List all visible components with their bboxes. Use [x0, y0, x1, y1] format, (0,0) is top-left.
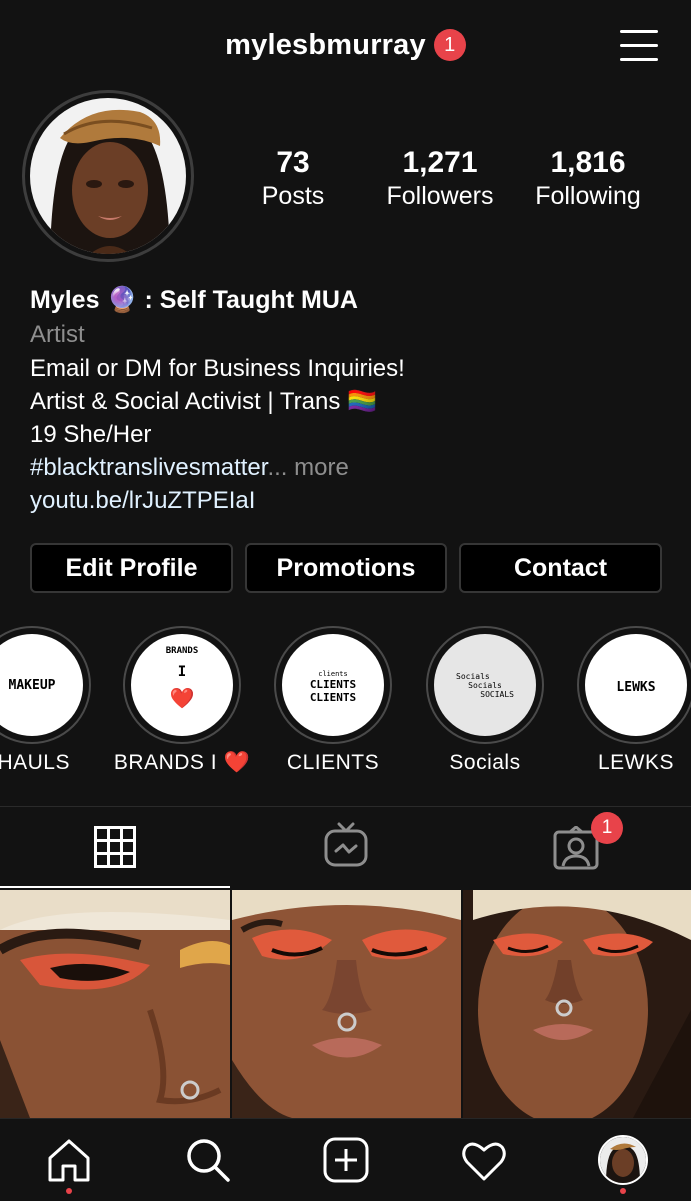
hamburger-menu-icon[interactable] [620, 30, 660, 62]
heart-emoji: ❤️ [169, 686, 195, 710]
display-name-text: Myles [30, 286, 100, 314]
highlight-cover-line: Socials [468, 681, 502, 690]
grid-photo[interactable] [463, 890, 691, 1118]
profile-avatar[interactable] [30, 98, 186, 254]
stat-following[interactable]: 1,816 Following [508, 145, 668, 211]
tabs-divider [0, 806, 691, 807]
following-label: Following [535, 182, 641, 210]
display-name: Myles 🔮 : Self Taught MUA [30, 286, 670, 315]
following-count: 1,816 [550, 146, 626, 179]
new-post-icon[interactable] [323, 1137, 369, 1188]
grid-photo[interactable] [0, 890, 230, 1118]
rainbow-flag-emoji: 🏳️‍🌈 [347, 388, 377, 415]
display-name-suffix: : Self Taught MUA [144, 286, 358, 314]
active-tab-indicator [0, 886, 230, 888]
stat-posts[interactable]: 73 Posts [213, 145, 373, 211]
highlight-cover-text: LEWKS [616, 680, 656, 695]
profile-activity-dot [620, 1188, 626, 1194]
posts-label: Posts [261, 182, 325, 210]
highlight-label-brands: BRANDS I ❤️ [102, 751, 262, 775]
highlight-cover-line: CLIENTS [309, 678, 357, 691]
home-icon[interactable] [46, 1138, 92, 1187]
contact-button[interactable]: Contact [459, 543, 662, 593]
profile-category: Artist [30, 321, 85, 348]
grid-photo[interactable] [232, 890, 461, 1118]
grid-icon[interactable] [94, 826, 136, 873]
username-label: mylesbmurray [225, 28, 426, 61]
profile-avatar[interactable] [598, 1135, 648, 1185]
followers-count: 1,271 [402, 146, 478, 179]
edit-profile-button[interactable]: Edit Profile [30, 543, 233, 593]
promotions-button[interactable]: Promotions [245, 543, 447, 593]
highlight-cover-brands[interactable]: BRANDS I ❤️ [131, 634, 233, 736]
search-icon[interactable] [184, 1136, 232, 1189]
activity-heart-icon[interactable] [461, 1140, 507, 1187]
highlight-cover-clients[interactable]: clients CLIENTS CLIENTS [282, 634, 384, 736]
crystal-ball-emoji: 🔮 [106, 286, 138, 314]
bio-line-text: Artist & Social Activist | Trans [30, 388, 341, 415]
bio-line: Artist & Social Activist | Trans 🏳️‍🌈 [30, 385, 670, 418]
bio-line-hashtag: #blacktranslivesmatter... more [30, 451, 670, 484]
highlight-cover-line: clients [318, 670, 348, 678]
profile-username-header[interactable]: mylesbmurray 1 [0, 28, 691, 62]
igtv-icon[interactable] [324, 822, 368, 873]
home-activity-dot [66, 1188, 72, 1194]
tagged-notification-badge: 1 [591, 812, 623, 844]
posts-count: 73 [276, 146, 310, 179]
heart-emoji: ❤️ [223, 751, 251, 774]
stat-followers[interactable]: 1,271 Followers [360, 145, 520, 211]
highlight-label-lewks: LEWKS [597, 751, 675, 774]
highlight-label-socials: Socials [449, 751, 521, 774]
highlight-cover-line: SOCIALS [480, 690, 514, 699]
highlight-cover-text: MAKEUP [8, 678, 56, 693]
notification-badge[interactable]: 1 [433, 29, 466, 62]
more-link[interactable]: ... more [267, 454, 348, 481]
followers-label: Followers [386, 182, 494, 210]
highlight-cover-lewks[interactable]: LEWKS [585, 634, 687, 736]
highlight-label-text: BRANDS I [113, 751, 218, 774]
hashtag-link[interactable]: #blacktranslivesmatter [30, 454, 267, 481]
bio-text: Email or DM for Business Inquiries! Arti… [30, 352, 670, 517]
highlight-cover-line: Socials [456, 672, 490, 681]
highlight-label-hauls: HAULS [0, 751, 70, 774]
website-link[interactable]: youtu.be/lrJuZTPEIaI [30, 484, 670, 517]
highlight-cover-line: I [177, 664, 187, 680]
bio-line: 19 She/Her [30, 421, 152, 448]
highlight-cover-line: CLIENTS [309, 691, 357, 704]
bio-line: Email or DM for Business Inquiries! [30, 355, 405, 382]
highlight-label-clients: CLIENTS [286, 751, 380, 774]
highlight-cover-socials[interactable]: Socials Socials SOCIALS [434, 634, 536, 736]
